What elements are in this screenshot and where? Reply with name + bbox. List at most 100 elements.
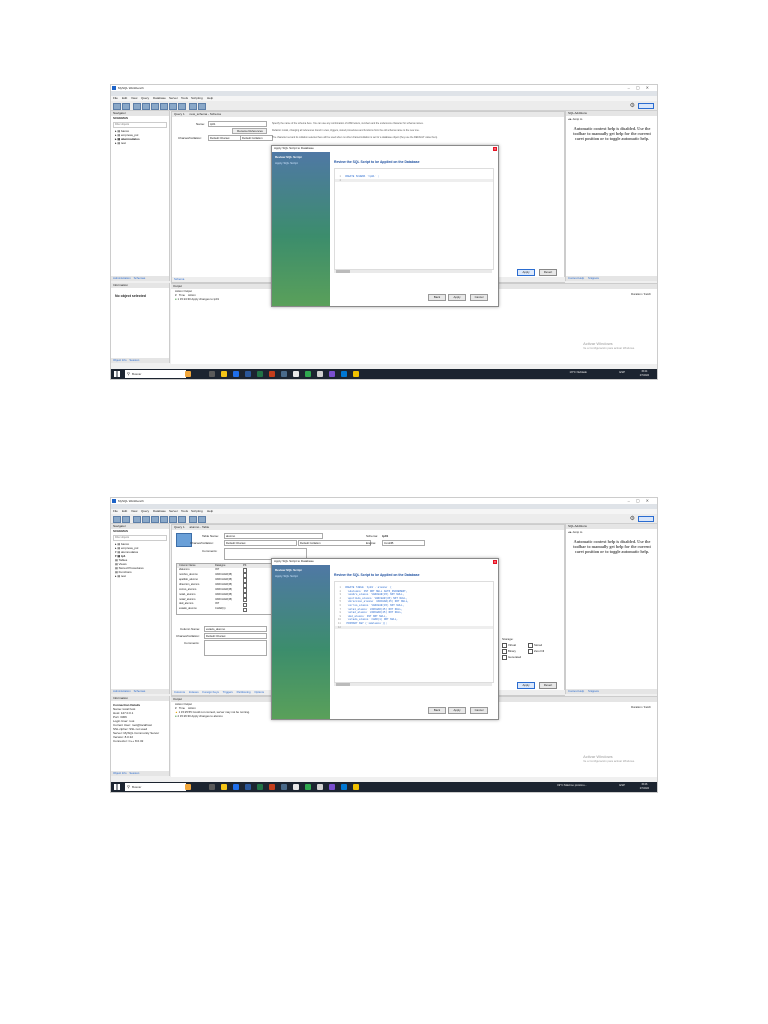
- open-sql-file-icon[interactable]: [122, 516, 130, 523]
- inspector-icon[interactable]: [133, 516, 141, 523]
- tab-session[interactable]: Session: [129, 771, 139, 775]
- cancel-button[interactable]: Cancel: [470, 294, 488, 301]
- app-icon[interactable]: [305, 371, 311, 377]
- tree-item-test[interactable]: ▸ ▤ test: [111, 141, 169, 145]
- create-function-icon[interactable]: [178, 103, 186, 110]
- tab-foreign-keys[interactable]: Foreign Keys: [202, 690, 218, 694]
- app-icon[interactable]: [317, 784, 323, 790]
- apply-button[interactable]: Apply: [517, 269, 535, 276]
- tab-object-info[interactable]: Object Info: [113, 358, 127, 362]
- checkbox[interactable]: [528, 643, 533, 648]
- new-sql-tab-icon[interactable]: [113, 103, 121, 110]
- powerpoint-icon[interactable]: [269, 371, 275, 377]
- reconnect-icon[interactable]: [198, 516, 206, 523]
- pk-checkbox[interactable]: [243, 573, 248, 578]
- pk-checkbox[interactable]: [243, 608, 248, 613]
- tab-triggers[interactable]: Triggers: [223, 690, 233, 694]
- task-view-icon[interactable]: [209, 784, 215, 790]
- taskbar-search-input[interactable]: ⚲ Buscar: [125, 370, 186, 378]
- revert-button[interactable]: Revert: [539, 682, 557, 689]
- system-clock[interactable]: 15:24 2/7/2024: [640, 370, 649, 377]
- tab-columns[interactable]: Columns: [174, 690, 185, 694]
- horizontal-scrollbar[interactable]: [334, 683, 492, 686]
- create-procedure-icon[interactable]: [169, 103, 177, 110]
- apply-button[interactable]: Apply: [517, 682, 535, 689]
- tab-schemas[interactable]: Schemas: [134, 276, 146, 280]
- window-controls[interactable]: –▢✕: [628, 498, 655, 503]
- pk-checkbox[interactable]: [243, 583, 248, 588]
- create-table-icon[interactable]: [151, 516, 159, 523]
- sql-script-editor[interactable]: 1 CREATE SCHEMA `tp01` ; 2: [334, 168, 494, 270]
- option-binary[interactable]: Binary: [502, 649, 516, 654]
- close-icon[interactable]: ✕: [493, 560, 497, 564]
- open-sql-file-icon[interactable]: [122, 103, 130, 110]
- language-indicator[interactable]: ESP: [619, 370, 625, 374]
- app-icon[interactable]: [353, 784, 359, 790]
- collation-select[interactable]: Default Collation: [298, 540, 371, 546]
- checkbox[interactable]: [502, 649, 507, 654]
- scroll-thumb[interactable]: [336, 270, 350, 273]
- word-icon[interactable]: [245, 784, 251, 790]
- windows-start-icon[interactable]: [114, 371, 120, 377]
- checkbox[interactable]: [502, 655, 507, 660]
- excel-icon[interactable]: [257, 784, 263, 790]
- create-schema-icon[interactable]: [142, 103, 150, 110]
- word-icon[interactable]: [245, 371, 251, 377]
- create-view-icon[interactable]: [160, 103, 168, 110]
- pk-checkbox[interactable]: [243, 598, 248, 603]
- checkbox[interactable]: [502, 643, 507, 648]
- column-comments-textarea[interactable]: [204, 640, 267, 656]
- widgets-icon[interactable]: [185, 784, 191, 790]
- app-icon[interactable]: [305, 784, 311, 790]
- powerpoint-icon[interactable]: [269, 784, 275, 790]
- option-generated[interactable]: Generated: [502, 655, 521, 660]
- system-clock[interactable]: 15:26 2/7/2024: [640, 783, 649, 790]
- scroll-thumb[interactable]: [336, 683, 350, 686]
- column-row[interactable]: estado_alumno CHAR(1): [177, 607, 273, 613]
- tab-session[interactable]: Session: [129, 358, 139, 362]
- create-function-icon[interactable]: [178, 516, 186, 523]
- table-name-input[interactable]: alumno: [224, 533, 323, 539]
- search-table-icon[interactable]: [189, 103, 197, 110]
- app-icon[interactable]: [329, 371, 335, 377]
- layout-toggle-icon[interactable]: [638, 103, 654, 109]
- search-table-icon[interactable]: [189, 516, 197, 523]
- tree-item-test[interactable]: ▸ ▤ test: [111, 574, 169, 578]
- tab-context-help[interactable]: Context Help: [568, 689, 584, 693]
- chrome-icon[interactable]: [293, 784, 299, 790]
- task-view-icon[interactable]: [209, 371, 215, 377]
- option-virtual[interactable]: Virtual: [502, 643, 516, 648]
- cancel-button[interactable]: Cancel: [470, 707, 488, 714]
- tab-options[interactable]: Options: [254, 690, 264, 694]
- workbench-taskbar-icon[interactable]: [281, 371, 287, 377]
- create-table-icon[interactable]: [151, 103, 159, 110]
- charset-select[interactable]: Default Charset: [224, 540, 297, 546]
- gear-icon[interactable]: ⚙: [630, 515, 635, 522]
- option-stored[interactable]: Stored: [528, 643, 542, 648]
- tab-snippets[interactable]: Snippets: [588, 276, 599, 280]
- checkbox[interactable]: [528, 649, 533, 654]
- gear-icon[interactable]: ⚙: [630, 102, 635, 109]
- rename-references-button[interactable]: Rename References: [232, 128, 267, 134]
- collation-select[interactable]: Default Collation: [240, 135, 273, 141]
- create-procedure-icon[interactable]: [169, 516, 177, 523]
- pk-checkbox[interactable]: [243, 568, 248, 573]
- app-icon[interactable]: [353, 371, 359, 377]
- app-icon[interactable]: [329, 784, 335, 790]
- tab-indexes[interactable]: Indexes: [189, 690, 199, 694]
- column-charset-select[interactable]: Default Charset: [204, 633, 267, 639]
- option-zerofill[interactable]: Zero Fill: [528, 649, 544, 654]
- excel-icon[interactable]: [257, 371, 263, 377]
- schema-name-input[interactable]: tp01: [208, 121, 267, 127]
- tab-administration[interactable]: Administration: [113, 276, 131, 280]
- tab-administration[interactable]: Administration: [113, 689, 131, 693]
- revert-button[interactable]: Revert: [539, 269, 557, 276]
- back-button[interactable]: Back: [428, 294, 446, 301]
- file-explorer-icon[interactable]: [221, 784, 227, 790]
- reconnect-icon[interactable]: [198, 103, 206, 110]
- taskbar-search-input[interactable]: ⚲ Buscar: [125, 783, 186, 791]
- dialog-apply-button[interactable]: Apply: [448, 707, 466, 714]
- create-schema-icon[interactable]: [142, 516, 150, 523]
- language-indicator[interactable]: ESP: [619, 783, 625, 787]
- edge-icon[interactable]: [233, 784, 239, 790]
